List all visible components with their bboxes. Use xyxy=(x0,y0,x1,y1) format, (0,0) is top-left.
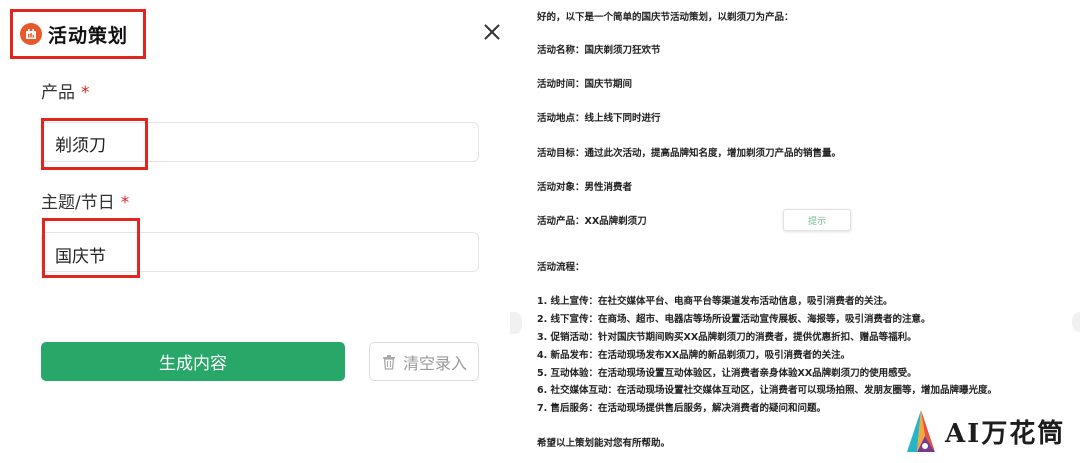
activity-form-panel: 活动策划 产品 * 剃须刀 主题/节日 * 国庆节 生成内容 清空录入 xyxy=(0,0,510,463)
output-line: 3. 促销活动：针对国庆节期间购买XX品牌剃须刀的消费者，提供优惠折扣、赠品等福… xyxy=(537,332,917,343)
output-line: 1. 线上宣传：在社交媒体平台、电商平台等渠道发布活动信息，吸引消费者的关注。 xyxy=(537,296,893,307)
trash-icon xyxy=(382,354,395,370)
clear-button[interactable]: 清空录入 xyxy=(369,342,479,381)
form-title: 活动策划 xyxy=(48,24,129,47)
output-line: 好的，以下是一个简单的国庆节活动策划，以剃须刀为产品： xyxy=(537,12,794,23)
form-title-highlight: 活动策划 xyxy=(10,9,146,59)
output-line: 活动地点：线上线下同时进行 xyxy=(537,113,661,124)
output-line: 活动目标：通过此次活动，提高品牌知名度，增加剃须刀产品的销售量。 xyxy=(537,148,842,159)
output-line: 希望以上策划能对您有所帮助。 xyxy=(537,438,671,449)
kaleidoscope-logo-icon xyxy=(907,410,935,452)
output-line: 活动产品：XX品牌剃须刀 xyxy=(537,216,647,227)
scroll-handle-right[interactable] xyxy=(1072,312,1080,332)
theme-input-value: 国庆节 xyxy=(55,247,106,267)
product-input-value: 剃须刀 xyxy=(55,136,106,156)
output-line: 活动流程： xyxy=(537,262,585,273)
output-line: 6. 社交媒体互动：在活动现场设置社交媒体互动区，让消费者可以现场拍照、发朋友圈… xyxy=(537,385,998,396)
output-line: 4. 新品发布：在活动现场发布XX品牌的新品剃须刀，吸引消费者的关注。 xyxy=(537,350,851,361)
generated-output-panel: 好的，以下是一个简单的国庆节活动策划，以剃须刀为产品： 活动名称：国庆剃须刀狂欢… xyxy=(510,0,1080,463)
required-mark: * xyxy=(120,193,130,213)
required-mark: * xyxy=(81,83,90,103)
output-line: 活动名称：国庆剃须刀狂欢节 xyxy=(537,45,661,56)
output-line: 2. 线下宣传：在商场、超市、电器店等场所设置活动宣传展板、海报等，吸引消费者的… xyxy=(537,314,931,325)
close-icon[interactable] xyxy=(478,18,506,46)
clear-button-label: 清空录入 xyxy=(402,353,467,373)
scroll-handle-left[interactable] xyxy=(510,312,522,334)
output-line: 7. 售后服务：在活动现场提供售后服务，解决消费者的疑问和问题。 xyxy=(537,403,827,414)
calendar-icon xyxy=(20,23,42,45)
watermark: AI万花筒 xyxy=(903,404,1073,458)
hint-button[interactable]: 提示 xyxy=(783,209,851,231)
theme-label: 主题/节日 * xyxy=(41,193,130,213)
generate-button[interactable]: 生成内容 xyxy=(41,342,345,381)
output-line: 活动对象：男性消费者 xyxy=(537,182,633,193)
output-line: 活动时间：国庆节期间 xyxy=(537,79,633,90)
hint-button-label: 提示 xyxy=(807,216,826,227)
watermark-text: AI万花筒 xyxy=(945,418,1066,449)
output-line: 5. 互动体验：在活动现场设置互动体验区，让消费者亲身体验XX品牌剃须刀的使用感… xyxy=(537,368,917,379)
product-label: 产品 * xyxy=(41,83,90,103)
